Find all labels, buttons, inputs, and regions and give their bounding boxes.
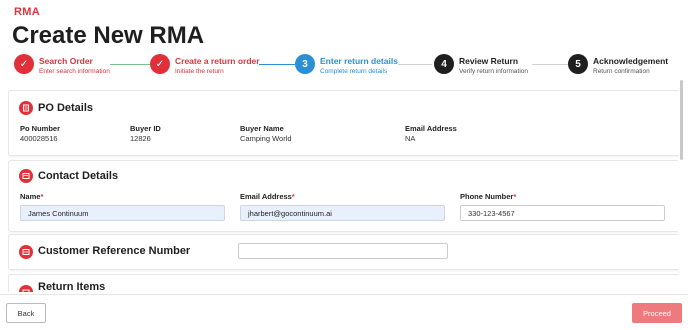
progress-stepper: ✓ Search Order Enter search information …	[14, 54, 680, 80]
step-subtitle: Enter search information	[39, 68, 110, 75]
buyer-id-label: Buyer ID	[130, 124, 161, 133]
step-connector	[110, 64, 150, 65]
step-title: Search Order	[39, 56, 93, 66]
step-subtitle: Initiate the return	[175, 68, 224, 75]
step-title: Create a return order	[175, 56, 260, 66]
buyer-name-label: Buyer Name	[240, 124, 284, 133]
step-connector	[259, 64, 295, 65]
box-icon	[19, 285, 33, 292]
email-label: Email Address*	[240, 192, 295, 201]
po-details-title: PO Details	[38, 102, 94, 114]
phone-label: Phone Number*	[460, 192, 517, 201]
po-details-card: PO Details Po Number 400028516 Buyer ID …	[8, 90, 678, 156]
back-button[interactable]: Back	[6, 303, 46, 323]
brand-label: RMA	[14, 6, 40, 18]
step-connector	[398, 64, 432, 65]
phone-input[interactable]: 330-123-4567	[460, 205, 665, 221]
name-label: Name*	[20, 192, 44, 201]
contact-details-title: Contact Details	[38, 170, 119, 182]
email-input[interactable]: jharbert@gocontinuum.ai	[240, 205, 445, 221]
name-input[interactable]: James Continuum	[20, 205, 225, 221]
return-items-title: Return Items	[38, 281, 106, 292]
proceed-button[interactable]: Proceed	[632, 303, 682, 323]
check-icon: ✓	[14, 54, 34, 74]
po-number-value: 400028516	[20, 134, 58, 143]
step-subtitle: Return confirmation	[593, 68, 650, 75]
step-title: Enter return details	[320, 56, 398, 66]
footer-divider	[0, 294, 688, 295]
step-connector	[532, 64, 568, 65]
step-number: 5	[568, 54, 588, 74]
page-scrollbar[interactable]	[680, 80, 683, 160]
check-icon: ✓	[150, 54, 170, 74]
step-number: 4	[434, 54, 454, 74]
contact-card-icon	[19, 169, 33, 183]
buyer-id-value: 12826	[130, 134, 151, 143]
step-title: Review Return	[459, 56, 519, 66]
customer-reference-title: Customer Reference Number	[38, 245, 191, 257]
step-number: 3	[295, 54, 315, 74]
form-scroll-area[interactable]: PO Details Po Number 400028516 Buyer ID …	[8, 88, 678, 292]
contact-details-card: Contact Details Name* James Continuum Em…	[8, 160, 678, 232]
buyer-name-value: Camping World	[240, 134, 292, 143]
po-email-label: Email Address	[405, 124, 457, 133]
reference-icon	[19, 245, 33, 259]
customer-reference-card: Customer Reference Number	[8, 234, 678, 270]
customer-reference-input[interactable]	[238, 243, 448, 259]
po-number-label: Po Number	[20, 124, 61, 133]
step-title: Acknowledgement	[593, 56, 669, 66]
return-items-card: Return Items	[8, 274, 678, 292]
step-subtitle: Complete return details	[320, 68, 388, 75]
clipboard-icon	[19, 101, 33, 115]
po-email-value: NA	[405, 134, 416, 143]
step-subtitle: Verify return information	[459, 68, 529, 75]
page-title: Create New RMA	[12, 22, 205, 49]
